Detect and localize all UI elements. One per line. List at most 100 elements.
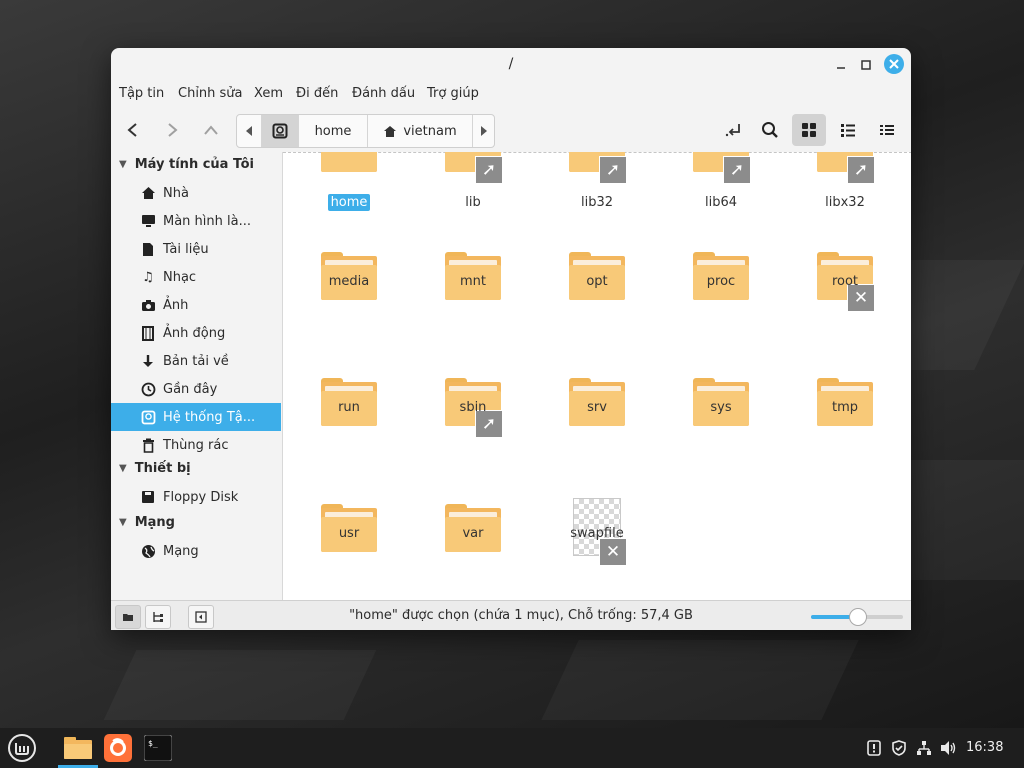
window-title: /	[508, 56, 514, 72]
path-home-button[interactable]: home	[299, 115, 368, 147]
home-icon	[384, 125, 397, 137]
show-treeview-button[interactable]	[145, 605, 171, 629]
up-button[interactable]	[196, 116, 226, 144]
path-scroll-left-button[interactable]	[237, 115, 262, 147]
sidebar-item-filesystem[interactable]: Hệ thống Tậ...	[111, 403, 281, 431]
mint-menu-button[interactable]	[2, 728, 42, 768]
close-button[interactable]	[884, 54, 904, 74]
terminal-icon: $_	[144, 735, 172, 761]
floppy-icon	[140, 489, 156, 505]
file-name: run	[338, 400, 360, 415]
drive-icon	[140, 409, 156, 425]
menu-edit[interactable]: Chỉnh sửa	[178, 86, 243, 101]
file-item[interactable]: proc	[666, 248, 776, 368]
file-item[interactable]: mnt	[418, 248, 528, 368]
file-item[interactable]: ➚ sbin	[418, 374, 528, 494]
file-item[interactable]: usr	[294, 500, 404, 600]
title-bar[interactable]: /	[111, 48, 911, 82]
file-name: var	[462, 526, 484, 541]
compact-view-button[interactable]	[870, 114, 904, 146]
zoom-slider[interactable]	[811, 608, 903, 626]
taskbar-firefox-button[interactable]	[98, 728, 138, 768]
sidebar-item-label: Tài liệu	[163, 241, 209, 257]
menu-go[interactable]: Đi đến	[296, 86, 338, 101]
sidebar-item-home[interactable]: Nhà	[111, 179, 281, 207]
file-item[interactable]: var	[418, 500, 528, 600]
sidebar-item-downloads[interactable]: Bản tải về	[111, 347, 281, 375]
file-name: libx32	[825, 195, 865, 210]
volume-icon[interactable]	[939, 738, 959, 758]
search-icon	[762, 122, 778, 138]
sidebar-item-pictures[interactable]: Ảnh	[111, 291, 281, 319]
sidebar-item-floppy[interactable]: Floppy Disk	[111, 483, 281, 511]
sidebar-item-network[interactable]: Mạng	[111, 537, 281, 565]
file-name: tmp	[831, 400, 858, 415]
file-item[interactable]: ✕ root	[790, 248, 900, 368]
taskbar-terminal-button[interactable]: $_	[138, 728, 178, 768]
network-tray-icon[interactable]	[914, 738, 934, 758]
file-item[interactable]: ✕ swapfile	[542, 498, 652, 600]
forward-button[interactable]	[157, 116, 187, 144]
update-manager-icon[interactable]	[864, 738, 884, 758]
menu-file[interactable]: Tập tin	[119, 86, 164, 101]
file-item[interactable]: ➚ lib64	[666, 152, 776, 242]
firefox-icon	[104, 734, 132, 762]
sidebar-section-network[interactable]: ▼ Mạng	[119, 512, 175, 532]
menu-bookmarks[interactable]: Đánh dấu	[352, 86, 415, 101]
path-user-button[interactable]: vietnam	[368, 115, 473, 147]
file-item[interactable]: srv	[542, 374, 652, 494]
hide-sidebar-button[interactable]	[188, 605, 214, 629]
shield-icon[interactable]	[889, 738, 909, 758]
back-button[interactable]	[118, 116, 148, 144]
file-item[interactable]: media	[294, 248, 404, 368]
maximize-button[interactable]	[856, 56, 876, 74]
taskbar-files-button[interactable]	[58, 728, 98, 768]
file-name: lib32	[580, 195, 614, 210]
file-item[interactable]: ➚ libx32	[790, 152, 900, 242]
file-item[interactable]: ➚ lib	[418, 152, 528, 242]
close-icon	[889, 59, 899, 69]
list-view-icon	[841, 124, 855, 137]
show-places-button[interactable]	[115, 605, 141, 629]
path-root-button[interactable]	[262, 115, 299, 147]
sidebar-section-computer[interactable]: ▼ Máy tính của Tôi	[119, 154, 254, 174]
sidebar-toggle-icon	[195, 611, 207, 623]
symlink-emblem-icon: ➚	[475, 156, 503, 184]
file-item[interactable]: run	[294, 374, 404, 494]
zoom-slider-handle[interactable]	[849, 608, 867, 626]
file-name: lib64	[704, 195, 738, 210]
sidebar-item-desktop[interactable]: Màn hình là...	[111, 207, 281, 235]
collapse-triangle-icon: ▼	[119, 462, 127, 474]
status-bar: "home" được chọn (chứa 1 mục), Chỗ trống…	[111, 600, 911, 630]
minimize-button[interactable]	[831, 56, 851, 74]
icon-view-button[interactable]	[792, 114, 826, 146]
sidebar-item-videos[interactable]: Ảnh động	[111, 319, 281, 347]
menu-help[interactable]: Trợ giúp	[427, 86, 479, 101]
file-name: media	[328, 274, 370, 289]
film-icon	[140, 325, 156, 341]
file-item[interactable]: home	[294, 152, 404, 242]
menu-view[interactable]: Xem	[254, 86, 283, 101]
file-name: usr	[338, 526, 360, 541]
list-view-button[interactable]	[831, 114, 865, 146]
symlink-emblem-icon: ➚	[723, 156, 751, 184]
file-name: sbin	[459, 400, 487, 415]
search-button[interactable]	[753, 114, 787, 146]
file-item[interactable]: ➚ lib32	[542, 152, 652, 242]
sidebar-item-music[interactable]: ♫ Nhạc	[111, 263, 281, 291]
compact-view-icon	[880, 125, 894, 135]
symlink-emblem-icon: ➚	[599, 156, 627, 184]
sidebar-item-trash[interactable]: Thùng rác	[111, 431, 281, 459]
file-item[interactable]: opt	[542, 248, 652, 368]
sidebar-item-recent[interactable]: Gần đây	[111, 375, 281, 403]
clock[interactable]: 16:38	[966, 740, 1003, 755]
sidebar-item-label: Ảnh	[163, 297, 189, 313]
sidebar-section-devices[interactable]: ▼ Thiết bị	[119, 458, 191, 478]
file-item[interactable]: tmp	[790, 374, 900, 494]
file-view[interactable]: home ➚ lib ➚ lib32 ➚ lib64 ➚ libx32 medi…	[282, 152, 911, 600]
path-scroll-right-button[interactable]	[473, 115, 494, 147]
grid-view-icon	[802, 123, 816, 137]
file-item[interactable]: sys	[666, 374, 776, 494]
sidebar-item-documents[interactable]: Tài liệu	[111, 235, 281, 263]
toggle-location-button[interactable]	[717, 114, 751, 146]
